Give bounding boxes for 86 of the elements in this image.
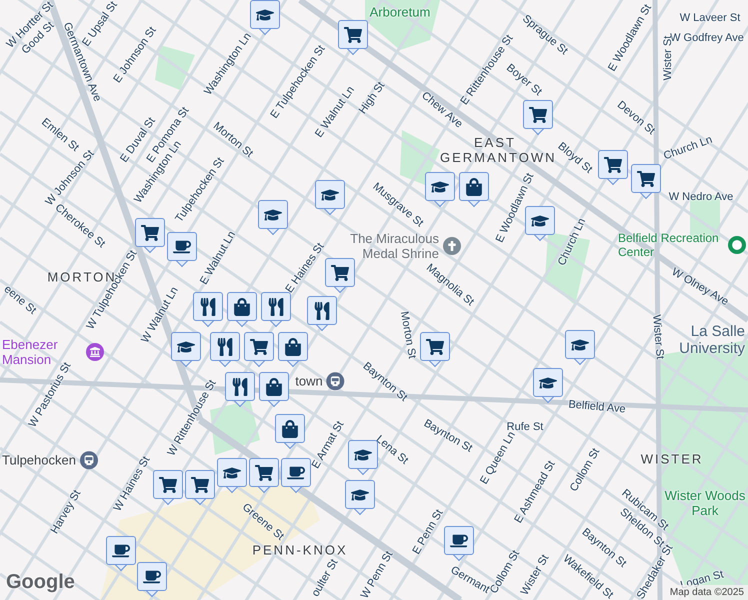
map-pin[interactable]: [348, 440, 378, 476]
coffee-cup-icon: [287, 464, 305, 482]
map-pin[interactable]: [153, 470, 183, 506]
street-label: W Nedro Ave: [668, 191, 734, 203]
fork-knife-icon: [199, 298, 217, 316]
map-pin[interactable]: [533, 368, 563, 404]
shopping-cart-icon: [426, 338, 444, 356]
fork-knife-icon: [267, 298, 285, 316]
street-label: W Laveer St: [680, 12, 740, 24]
shopping-bag-icon: [284, 338, 302, 356]
place-label: Tulpehocken: [2, 451, 76, 470]
street-label: eene St: [2, 283, 38, 317]
map-pin[interactable]: [217, 458, 247, 494]
park-label: Wister Woods Park: [664, 488, 746, 518]
coffee-cup-icon: [112, 542, 130, 560]
map-pin[interactable]: [315, 180, 345, 216]
map-pin[interactable]: [185, 470, 215, 506]
coffee-cup-icon: [143, 568, 161, 586]
park-area: [155, 45, 195, 90]
shopping-bag-icon: [265, 378, 283, 396]
map-pin[interactable]: [258, 200, 288, 236]
map-pin[interactable]: [210, 332, 240, 368]
street-label: Morton St: [398, 310, 418, 360]
map-pin[interactable]: [338, 20, 368, 56]
map-pin[interactable]: [167, 232, 197, 268]
map-pin[interactable]: [137, 562, 167, 598]
street-label: W Godfrey Ave: [670, 32, 744, 44]
shopping-bag-icon: [233, 298, 251, 316]
map-pin[interactable]: [171, 332, 201, 368]
shopping-cart-icon: [191, 476, 209, 494]
fork-knife-icon: [216, 338, 234, 356]
shopping-cart-icon: [344, 26, 362, 44]
map-pin[interactable]: [631, 164, 661, 200]
map-pin[interactable]: [459, 172, 489, 208]
shopping-bag-icon: [281, 420, 299, 438]
map-pin[interactable]: [523, 100, 553, 136]
map-pin[interactable]: [250, 0, 280, 36]
street-label: Church Ln: [662, 134, 714, 162]
map-pin[interactable]: [598, 150, 628, 186]
museum-icon: [86, 343, 104, 361]
map-pin[interactable]: [278, 332, 308, 368]
map-pin[interactable]: [325, 258, 355, 294]
place-label: Belfield Recreation Center: [618, 231, 720, 259]
shopping-cart-icon: [250, 338, 268, 356]
map-pin[interactable]: [225, 372, 255, 408]
shopping-cart-icon: [604, 156, 622, 174]
map-pin[interactable]: [345, 480, 375, 516]
google-logo: Google: [6, 570, 75, 595]
train-icon: [80, 451, 98, 469]
street-label: Wister St: [650, 314, 666, 360]
shopping-cart-icon: [331, 264, 349, 282]
shopping-cart-icon: [529, 106, 547, 124]
map-pin[interactable]: [106, 536, 136, 572]
district-label: WISTER: [640, 452, 704, 466]
coffee-cup-icon: [450, 532, 468, 550]
shopping-cart-icon: [255, 464, 273, 482]
street-label: Rufe St: [506, 421, 544, 433]
map-pin[interactable]: [275, 414, 305, 450]
map-pin[interactable]: [135, 218, 165, 254]
map-pin[interactable]: [193, 292, 223, 328]
place-label: town: [295, 372, 323, 390]
shopping-cart-icon: [141, 224, 159, 242]
park-area: [210, 400, 260, 455]
map-pin[interactable]: [249, 458, 279, 494]
train-icon: [326, 372, 345, 390]
shopping-cart-icon: [159, 476, 177, 494]
map-pin[interactable]: [425, 172, 455, 208]
shopping-bag-icon: [465, 178, 483, 196]
map-pin[interactable]: [420, 332, 450, 368]
cross-icon: [443, 237, 461, 255]
street-label: Belfield Ave: [568, 398, 626, 416]
coffee-cup-icon: [173, 238, 191, 256]
map-pin[interactable]: [444, 526, 474, 562]
shopping-cart-icon: [637, 170, 655, 188]
map-pin[interactable]: [259, 372, 289, 408]
map-pin[interactable]: [307, 296, 337, 332]
map-pin[interactable]: [244, 332, 274, 368]
park-label: Arboretum: [368, 4, 432, 20]
map-pin[interactable]: [565, 330, 595, 366]
map-pin[interactable]: [261, 292, 291, 328]
map-pin[interactable]: [227, 292, 257, 328]
place-label: La Salle University: [678, 323, 745, 357]
fork-knife-icon: [313, 302, 331, 320]
district-label: PENN-KNOX: [251, 542, 349, 558]
map-pin[interactable]: [281, 458, 311, 494]
fork-knife-icon: [231, 378, 249, 396]
